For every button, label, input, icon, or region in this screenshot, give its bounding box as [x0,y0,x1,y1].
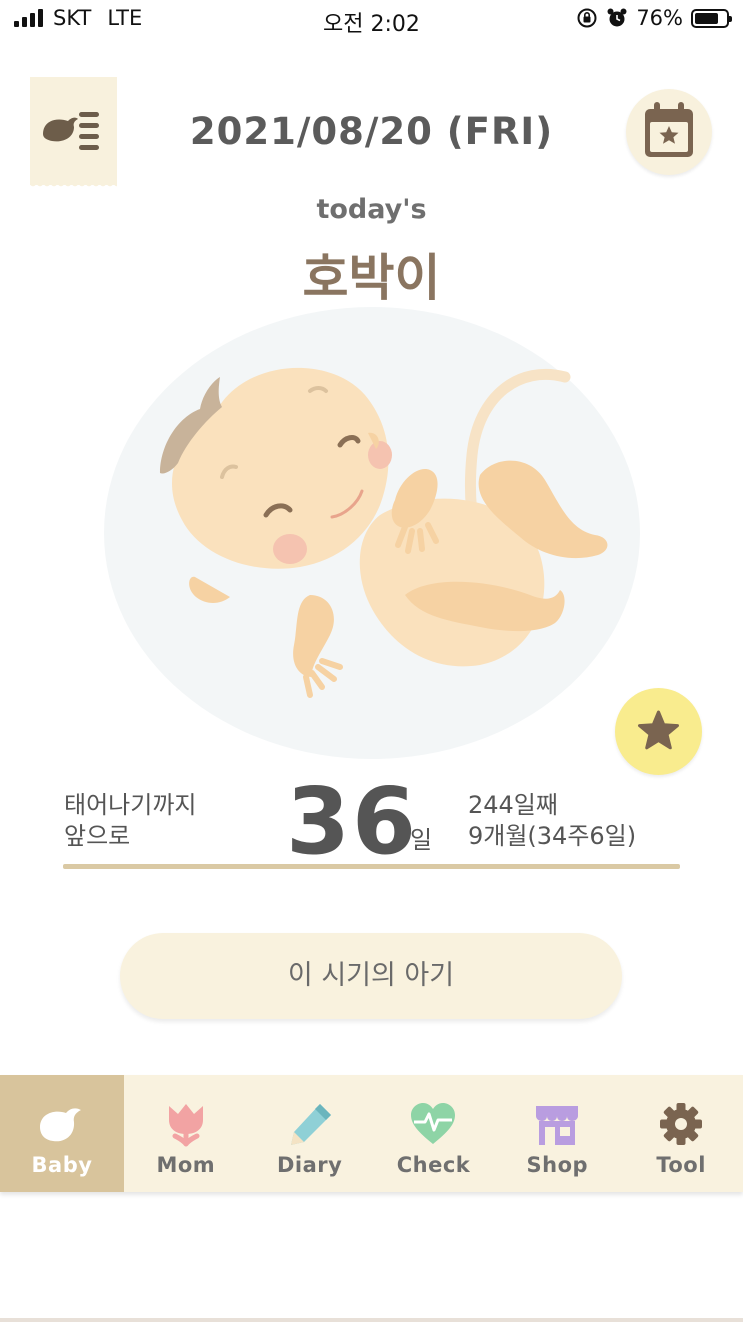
nav-item-baby[interactable]: Baby [0,1075,124,1192]
nav-item-tool[interactable]: Tool [619,1075,743,1192]
month-week: 9개월(34주6일) [468,822,637,850]
status-bar: SKT LTE 오전 2:02 76% [0,0,743,40]
bottom-edge [0,1318,743,1322]
pencil-icon [290,1104,331,1145]
bird-icon [40,1108,81,1142]
menu-button[interactable] [30,77,117,189]
pregnancy-info: 244일째 9개월(34주6일) [468,790,636,852]
divider [63,864,680,869]
nav-label: Check [396,1153,471,1177]
countdown-label: 태어나기까지 앞으로 [64,790,196,852]
battery-percent: 76% [636,6,683,30]
star-icon [638,710,679,750]
day-count: 244일째 [468,791,558,819]
bird-list-menu-icon [43,112,99,150]
countdown-label-line2: 앞으로 [64,822,131,850]
nav-item-shop[interactable]: Shop [495,1075,619,1192]
nav-item-check[interactable]: Check [371,1075,495,1192]
nav-item-diary[interactable]: Diary [248,1075,372,1192]
rotation-lock-icon [577,8,597,28]
nav-label: Diary [276,1153,343,1177]
nav-label: Shop [526,1153,589,1177]
heartbeat-icon [411,1103,456,1144]
nav-item-mom[interactable]: Mom [124,1075,248,1192]
todays-label: today's [316,194,427,225]
gear-icon [660,1103,703,1145]
date-title[interactable]: 2021/08/20 (FRI) [150,110,593,153]
alarm-icon [607,8,627,27]
baby-this-period-button[interactable]: 이 시기의 아기 [120,933,622,1019]
battery-icon [691,8,732,28]
nav-label: Tool [656,1153,706,1177]
countdown-days: 36 [286,768,419,875]
nav-label: Baby [31,1153,93,1177]
favorite-button[interactable] [615,688,702,775]
status-right: 76% [576,6,732,30]
baby-illustration [104,307,640,759]
tulip-icon [168,1104,203,1147]
countdown-unit: 일 [410,826,433,854]
countdown-label-line1: 태어나기까지 [64,791,197,819]
nav-label: Mom [156,1153,216,1177]
calendar-star-icon [645,102,693,157]
bottom-nav: Baby Mom Diary Check Shop Tool [0,1075,743,1192]
baby-name: 호박이 [302,249,441,307]
store-icon [536,1106,579,1145]
calendar-button[interactable] [626,89,712,175]
